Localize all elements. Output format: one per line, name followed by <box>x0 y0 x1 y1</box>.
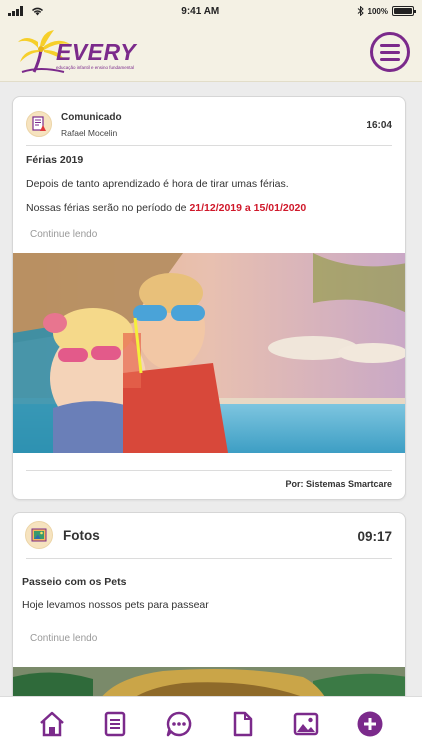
school-logo[interactable]: EVERY educação infantil e ensino fundame… <box>16 28 136 76</box>
divider <box>26 145 392 146</box>
menu-line <box>380 50 400 54</box>
post-footer-author: Por: Sistemas Smartcare <box>285 479 392 489</box>
logo-wordmark: EVERY <box>56 39 137 65</box>
battery-area: 100% <box>357 6 416 16</box>
post-time: 16:04 <box>366 120 392 131</box>
continue-reading-link[interactable]: Continue lendo <box>30 229 97 240</box>
post-time: 09:17 <box>357 529 392 544</box>
hamburger-menu-button[interactable] <box>370 32 410 72</box>
battery-percent: 100% <box>367 6 388 16</box>
post-type-label: Fotos <box>63 528 100 543</box>
signal-icon <box>8 6 23 16</box>
photo-icon <box>25 521 53 549</box>
wifi-icon <box>31 7 44 16</box>
post-body: Hoje levamos nossos pets para passear <box>22 599 209 611</box>
menu-line <box>380 57 400 61</box>
tab-add[interactable] <box>353 707 387 741</box>
post-author: Rafael Mocelin <box>61 128 118 138</box>
bottom-tab-bar <box>0 696 422 750</box>
add-icon <box>357 711 383 736</box>
post-type-label: Comunicado <box>61 112 122 123</box>
file-icon <box>233 711 253 736</box>
post-body: Depois de tanto aprendizado é hora de ti… <box>26 178 289 190</box>
post-card[interactable]: Fotos 09:17 Passeio com os Pets Hoje lev… <box>12 512 406 696</box>
dates-prefix: Nossas férias serão no período de <box>26 202 187 214</box>
bluetooth-icon <box>357 6 364 16</box>
chat-icon <box>166 711 192 736</box>
continue-reading-link[interactable]: Continue lendo <box>30 633 97 644</box>
tab-files[interactable] <box>226 707 260 741</box>
post-title: Passeio com os Pets <box>22 576 127 588</box>
logo-tagline: educação infantil e ensino fundamental <box>56 65 135 70</box>
gallery-icon <box>294 712 319 735</box>
divider <box>26 470 392 471</box>
app-header: EVERY educação infantil e ensino fundame… <box>0 22 422 82</box>
home-icon <box>39 711 64 736</box>
announcement-icon <box>26 111 52 137</box>
post-photo[interactable] <box>13 667 406 696</box>
post-body-dates: Nossas férias serão no período de 21/12/… <box>26 202 306 214</box>
document-list-icon <box>105 711 126 736</box>
signal-area <box>8 6 44 16</box>
news-feed[interactable]: Comunicado Rafael Mocelin 16:04 Férias 2… <box>0 82 422 696</box>
tab-chat[interactable] <box>162 707 196 741</box>
tab-home[interactable] <box>35 707 69 741</box>
tab-gallery[interactable] <box>289 707 323 741</box>
divider <box>26 558 392 559</box>
post-title: Férias 2019 <box>26 154 84 166</box>
battery-icon <box>391 6 416 16</box>
vacation-dates: 21/12/2019 a 15/01/2020 <box>189 202 307 214</box>
hamburger-menu-icon <box>380 43 400 47</box>
post-card[interactable]: Comunicado Rafael Mocelin 16:04 Férias 2… <box>12 96 406 500</box>
clock: 9:41 AM <box>181 5 220 17</box>
post-photo[interactable] <box>13 253 406 453</box>
tab-announcements[interactable] <box>98 707 132 741</box>
status-bar: 9:41 AM 100% <box>0 0 422 22</box>
